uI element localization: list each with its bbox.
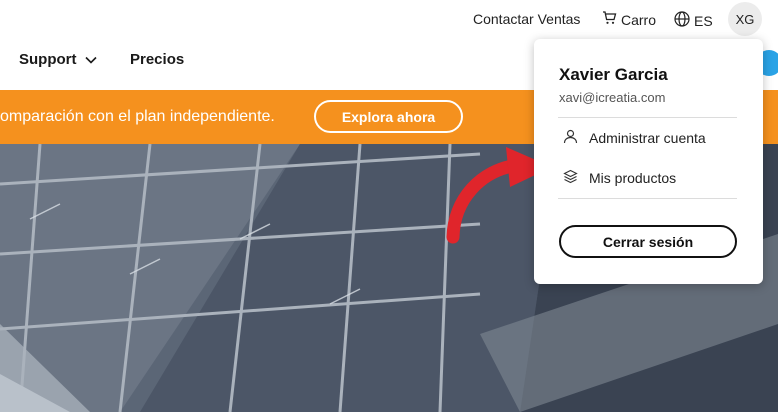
cart-icon — [602, 11, 617, 28]
language-selector[interactable]: ES — [674, 11, 713, 30]
account-dropdown: Xavier Garcia xavi@icreatia.com Administ… — [534, 39, 763, 284]
contact-sales-link[interactable]: Contactar Ventas — [473, 11, 580, 27]
nav-support-label: Support — [19, 51, 77, 68]
menu-item-label: Mis productos — [589, 170, 677, 186]
account-name: Xavier Garcia — [559, 65, 668, 84]
utility-bar: Contactar Ventas Carro ES XG — [0, 0, 778, 38]
banner-text: omparación con el plan independiente. — [0, 108, 275, 125]
divider — [558, 117, 737, 118]
explore-button[interactable]: Explora ahora — [314, 100, 463, 133]
nav-support[interactable]: Support — [19, 51, 97, 68]
chevron-down-icon — [84, 51, 97, 68]
menu-item-label: Administrar cuenta — [589, 130, 706, 146]
logout-button[interactable]: Cerrar sesión — [559, 225, 737, 258]
avatar[interactable]: XG — [728, 2, 762, 36]
globe-icon — [674, 11, 690, 30]
nav-prices-label: Precios — [130, 51, 185, 68]
language-label: ES — [694, 12, 713, 29]
user-icon — [563, 129, 578, 147]
layers-icon — [563, 169, 578, 187]
cart-link[interactable]: Carro — [602, 11, 656, 28]
nav-prices[interactable]: Precios — [130, 51, 184, 68]
account-email: xavi@icreatia.com — [559, 90, 666, 105]
cart-label: Carro — [621, 11, 657, 28]
divider — [558, 198, 737, 199]
menu-item-my-products[interactable]: Mis productos — [563, 169, 676, 187]
contact-sales-label: Contactar Ventas — [473, 11, 581, 27]
menu-item-manage-account[interactable]: Administrar cuenta — [563, 129, 706, 147]
